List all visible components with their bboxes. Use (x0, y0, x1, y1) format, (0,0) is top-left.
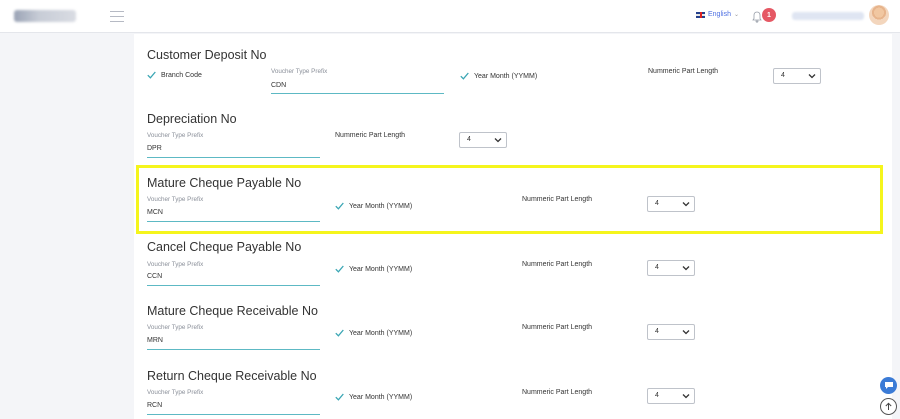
year-month-checkbox[interactable]: Year Month (YYMM) (460, 72, 537, 80)
field-label: Voucher Type Prefix (271, 68, 328, 75)
checkbox-label: Year Month (YYMM) (349, 393, 413, 401)
voucher-prefix-input[interactable]: RCN (147, 402, 162, 409)
check-icon (335, 393, 344, 401)
chevron-down-icon (682, 394, 690, 399)
branch-code-checkbox[interactable]: Branch Code (147, 71, 202, 79)
voucher-prefix-input[interactable]: DPR (147, 145, 162, 152)
year-month-checkbox[interactable]: Year Month (YYMM) (335, 329, 412, 337)
length-label: Nummeric Part Length (522, 261, 593, 268)
field-label: Voucher Type Prefix (147, 324, 204, 331)
check-icon (335, 329, 344, 337)
input-underline (147, 414, 320, 415)
voucher-prefix-input[interactable]: MCN (147, 209, 163, 216)
voucher-prefix-input[interactable]: CDN (271, 82, 286, 89)
select-value: 4 (467, 136, 471, 143)
check-icon (335, 202, 344, 210)
voucher-prefix-input[interactable]: MRN (147, 337, 163, 344)
top-bar: English ⌄ 1 (0, 0, 900, 33)
section-title: Return Cheque Receivable No (147, 369, 317, 383)
check-icon (460, 72, 469, 80)
year-month-checkbox[interactable]: Year Month (YYMM) (335, 202, 412, 210)
user-name[interactable] (792, 12, 864, 20)
year-month-checkbox[interactable]: Year Month (YYMM) (335, 393, 412, 401)
field-label: Voucher Type Prefix (147, 196, 204, 203)
notification-badge[interactable]: 1 (762, 8, 776, 22)
arrow-up-icon[interactable] (880, 398, 897, 415)
checkbox-label: Year Month (YYMM) (349, 202, 413, 210)
select-value: 4 (781, 72, 785, 79)
year-month-checkbox[interactable]: Year Month (YYMM) (335, 265, 412, 273)
length-label: Nummeric Part Length (335, 132, 406, 139)
hamburger-icon[interactable] (110, 11, 124, 22)
company-logo[interactable] (14, 10, 76, 22)
checkbox-label: Year Month (YYMM) (349, 329, 413, 337)
field-label: Voucher Type Prefix (147, 389, 204, 396)
numeric-length-select[interactable]: 4 (647, 260, 695, 276)
select-value: 4 (655, 328, 659, 335)
checkbox-label: Branch Code (161, 71, 202, 79)
length-label: Nummeric Part Length (522, 389, 593, 396)
select-value: 4 (655, 392, 659, 399)
uk-flag-icon (696, 11, 705, 18)
numeric-length-select[interactable]: 4 (647, 388, 695, 404)
field-label: Voucher Type Prefix (147, 132, 204, 139)
input-underline (147, 285, 320, 286)
section-title: Mature Cheque Receivable No (147, 304, 318, 318)
length-label: Nummeric Part Length (648, 68, 719, 75)
select-value: 4 (655, 200, 659, 207)
chevron-down-icon (682, 330, 690, 335)
input-underline (147, 157, 320, 158)
chevron-down-icon (494, 138, 502, 143)
check-icon (335, 265, 344, 273)
settings-panel (134, 34, 892, 419)
chevron-down-icon (682, 266, 690, 271)
chevron-down-icon (808, 74, 816, 79)
numeric-length-select[interactable]: 4 (647, 196, 695, 212)
check-icon (147, 71, 156, 79)
language-label: English (708, 11, 731, 18)
chat-icon[interactable] (880, 377, 897, 394)
input-underline (271, 93, 444, 94)
input-underline (147, 221, 320, 222)
checkbox-label: Year Month (YYMM) (474, 72, 538, 80)
bell-icon[interactable] (752, 10, 762, 23)
input-underline (147, 349, 320, 350)
field-label: Voucher Type Prefix (147, 261, 204, 268)
chevron-down-icon (682, 202, 690, 207)
section-title: Customer Deposit No (147, 48, 267, 62)
voucher-prefix-input[interactable]: CCN (147, 273, 162, 280)
avatar[interactable] (869, 5, 889, 25)
length-label: Nummeric Part Length (522, 324, 593, 331)
section-title: Depreciation No (147, 112, 237, 126)
language-selector[interactable]: English ⌄ (696, 11, 739, 18)
numeric-length-select[interactable]: 4 (459, 132, 507, 148)
checkbox-label: Year Month (YYMM) (349, 265, 413, 273)
chevron-down-icon: ⌄ (733, 12, 739, 18)
numeric-length-select[interactable]: 4 (647, 324, 695, 340)
numeric-length-select[interactable]: 4 (773, 68, 821, 84)
length-label: Nummeric Part Length (522, 196, 593, 203)
section-title: Cancel Cheque Payable No (147, 240, 302, 254)
select-value: 4 (655, 264, 659, 271)
section-title: Mature Cheque Payable No (147, 176, 302, 190)
